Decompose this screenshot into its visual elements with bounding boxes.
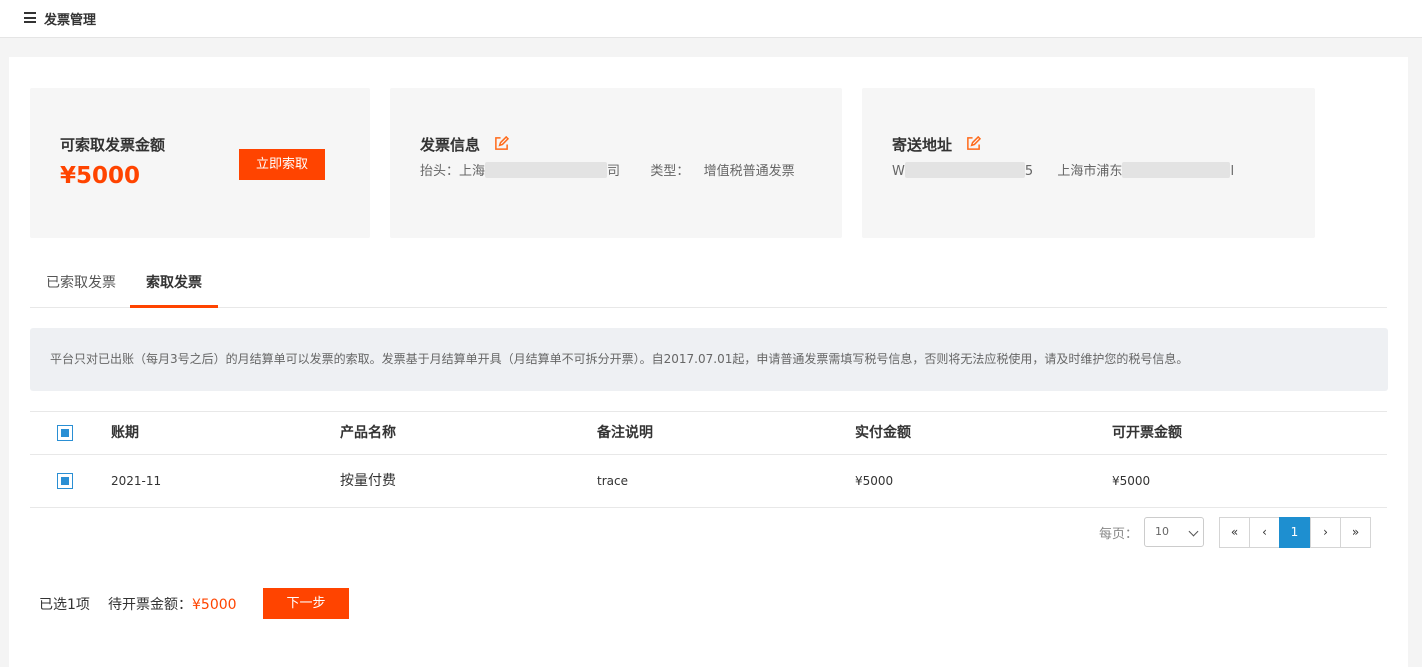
shipping-address-label: 寄送地址 [892,136,953,154]
pending-amount-line: 待开票金额：¥5000 [108,594,237,614]
tab-request-invoice[interactable]: 索取发票 [130,263,218,308]
select-all-checkbox[interactable] [57,425,73,441]
pending-amount-label: 待开票金额： [108,597,192,613]
table-header: 账期 产品名称 备注说明 实付金额 可开票金额 [30,411,1387,455]
invoice-type-label: 类型： [650,164,690,179]
chevron-down-icon [1188,526,1199,537]
shipping-address-card: 寄送地址 W 5 上海市浦东 l [862,88,1315,238]
next-page-button[interactable]: › [1310,517,1341,548]
shipping-address-line: W 5 上海市浦东 l [892,160,1234,179]
recipient-phone-suffix: 5 [1024,164,1034,179]
per-page-select[interactable]: 10 [1144,517,1204,547]
table-row[interactable]: 2021-11 按量付费 trace ¥5000 ¥5000 [30,455,1387,508]
address-prefix: 上海市浦东 [1057,164,1123,179]
redacted-block [1122,162,1231,178]
column-header-invoiceable: 可开票金额 [1112,425,1182,441]
claimable-amount-label: 可索取发票金额 [60,136,166,154]
invoice-title-prefix: 抬头：上海 [420,164,486,179]
column-header-remark: 备注说明 [597,425,653,441]
row-paid: ¥5000 [855,474,894,488]
address-suffix: l [1230,164,1235,179]
menu-icon[interactable] [24,12,36,23]
row-remark: trace [597,474,628,488]
invoice-type-value: 增值税普通发票 [703,164,795,179]
claimable-amount-value: ¥5000 [60,163,141,189]
selected-count: 已选1项 [39,597,90,613]
last-page-button[interactable]: » [1340,517,1371,548]
row-invoiceable: ¥5000 [1112,474,1151,488]
column-header-period: 账期 [111,425,139,441]
main-panel: 可索取发票金额 ¥5000 立即索取 发票信息 抬头：上海 司 类型： 增值税普通… [9,57,1408,667]
invoice-info-label: 发票信息 [420,136,481,154]
claimable-amount-card: 可索取发票金额 ¥5000 立即索取 [30,88,370,238]
invoice-tabs: 已索取发票 索取发票 [30,263,1387,308]
invoice-info-card: 发票信息 抬头：上海 司 类型： 增值税普通发票 [390,88,842,238]
invoice-info-line: 抬头：上海 司 类型： 增值税普通发票 [420,160,795,179]
per-page-label: 每页： [1099,527,1139,542]
column-header-product: 产品名称 [340,425,396,441]
first-page-button[interactable]: « [1219,517,1250,548]
invoice-title-suffix: 司 [607,164,621,179]
row-checkbox[interactable] [57,473,73,489]
bill-table: 账期 产品名称 备注说明 实付金额 可开票金额 2021-11 按量付费 tra… [30,411,1387,508]
row-product: 按量付费 [340,473,396,489]
recipient-name-prefix: W [892,164,905,179]
top-bar: 发票管理 [0,0,1422,38]
claim-now-button[interactable]: 立即索取 [239,149,325,180]
tab-claimed-invoices[interactable]: 已索取发票 [30,263,132,308]
page-1-button[interactable]: 1 [1279,517,1310,548]
next-step-button[interactable]: 下一步 [263,588,349,619]
per-page-value: 10 [1155,525,1169,538]
row-period: 2021-11 [111,474,162,488]
pending-amount-value: ¥5000 [192,597,237,613]
prev-page-button[interactable]: ‹ [1249,517,1280,548]
edit-address-icon[interactable] [966,136,981,151]
notice-banner: 平台只对已出账（每月3号之后）的月结算单可以发票的索取。发票基于月结算单开具（月… [30,328,1388,391]
edit-invoice-icon[interactable] [494,136,509,151]
redacted-block [904,162,1025,178]
page-title: 发票管理 [44,13,97,28]
redacted-block [485,162,608,178]
column-header-paid: 实付金额 [855,425,911,441]
